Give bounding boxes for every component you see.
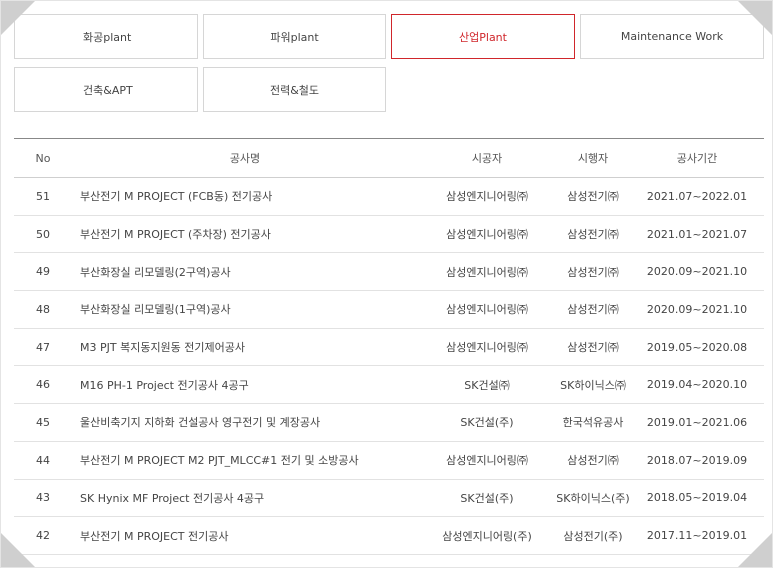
tab-power-plant[interactable]: 파워plant <box>203 14 386 59</box>
row-no: 47 <box>36 340 50 354</box>
tab-label: 화공plant <box>83 31 132 44</box>
row-executor: 삼성전기㈜ <box>567 454 619 468</box>
row-contractor: 삼성엔지니어링(주) <box>442 529 532 543</box>
row-period: 2021.01~2021.07 <box>646 227 748 241</box>
header-project-name: 공사명 <box>229 152 261 165</box>
table-row[interactable]: 51 부산전기 M PROJECT (FCB동) 전기공사 삼성엔지니어링㈜ 삼성전기… <box>14 178 764 216</box>
table-row[interactable]: 50 부산전기 M PROJECT (주차장) 전기공사 삼성엔지니어링㈜ 삼성전기㈜… <box>14 216 764 254</box>
row-period: 2019.05~2020.08 <box>646 340 748 354</box>
tab-label: 파워plant <box>270 30 319 44</box>
row-executor: 삼성전기㈜ <box>567 303 619 317</box>
table-header-row: No 공사명 시공자 시행자 공사기간 <box>14 139 764 178</box>
table-row[interactable]: 49 부산화장실 리모델링(2구역)공사 삼성엔지니어링㈜ 삼성전기㈜ 2020.09~… <box>14 253 764 292</box>
table-row[interactable]: 44 부산전기 M PROJECT M2 PJT_MLCC#1 전기 및 소방공사… <box>14 442 764 480</box>
row-contractor: 삼성엔지니어링㈜ <box>446 303 528 317</box>
content-frame: 화공plant 파워plant 산업Plant Maintenance Work… <box>0 0 773 568</box>
tab-label: 산업Plant <box>459 30 507 44</box>
header-executor: 시행자 <box>577 152 609 165</box>
table-row[interactable]: 45 울산비축기지 지하화 건설공사 영구전기 및 계장공사 SK건설(주) 한국석유… <box>14 404 764 442</box>
tab-label: 건축&APT <box>83 84 133 97</box>
row-executor: 삼성전기㈜ <box>567 341 619 355</box>
table-row[interactable]: 47 M3 PJT 복지동지원동 전기제어공사 삼성엔지니어링㈜ 삼성전기㈜ 2019.… <box>14 329 764 367</box>
corner-decoration-top-right <box>738 1 772 35</box>
header-no: No <box>35 151 51 165</box>
table-row[interactable]: 42 부산전기 M PROJECT 전기공사 삼성엔지니어링(주) 삼성전기(주) 20… <box>14 517 764 555</box>
header-period: 공사기간 <box>676 152 718 165</box>
row-no: 48 <box>36 302 50 316</box>
row-no: 44 <box>36 453 50 467</box>
tab-power-railway[interactable]: 전력&철도 <box>203 67 386 112</box>
row-project-name: 울산비축기지 지하화 건설공사 영구전기 및 계장공사 <box>80 416 321 430</box>
row-no: 49 <box>36 265 50 279</box>
row-project-name: 부산화장실 리모델링(1구역)공사 <box>80 303 231 317</box>
row-period: 2018.05~2019.04 <box>646 491 748 505</box>
row-executor: 삼성전기㈜ <box>567 228 619 242</box>
row-project-name: SK Hynix MF Project 전기공사 4공구 <box>80 491 265 505</box>
tab-building-apt[interactable]: 건축&APT <box>14 67 198 112</box>
row-no: 43 <box>36 491 50 505</box>
row-period: 2020.09~2021.10 <box>646 265 748 279</box>
row-contractor: 삼성엔지니어링㈜ <box>446 190 528 204</box>
header-contractor: 시공자 <box>471 152 503 165</box>
row-contractor: 삼성엔지니어링㈜ <box>446 454 528 468</box>
row-project-name: 부산전기 M PROJECT (FCB동) 전기공사 <box>80 190 273 204</box>
tab-maintenance-work[interactable]: Maintenance Work <box>580 14 764 59</box>
row-no: 50 <box>36 227 50 241</box>
row-period: 2020.09~2021.10 <box>646 302 748 316</box>
row-executor: 삼성전기㈜ <box>567 265 619 279</box>
row-executor: SK하이닉스㈜ <box>560 378 626 392</box>
row-contractor: SK건설㈜ <box>464 378 510 392</box>
row-contractor: 삼성엔지니어링㈜ <box>446 228 528 242</box>
row-project-name: 부산전기 M PROJECT 전기공사 <box>80 529 229 543</box>
corner-decoration-bottom-left <box>1 533 35 567</box>
tab-label: 전력&철도 <box>269 83 320 97</box>
row-project-name: 부산화장실 리모델링(2구역)공사 <box>80 265 231 279</box>
row-executor: 한국석유공사 <box>562 416 624 430</box>
row-contractor: 삼성엔지니어링㈜ <box>446 265 528 279</box>
row-period: 2021.07~2022.01 <box>646 189 748 203</box>
row-project-name: M16 PH-1 Project 전기공사 4공구 <box>80 378 249 392</box>
project-table: No 공사명 시공자 시행자 공사기간 51 부산전기 M PROJECT (FC… <box>14 138 764 555</box>
table-row[interactable]: 43 SK Hynix MF Project 전기공사 4공구 SK건설(주) SK하… <box>14 480 764 518</box>
row-period: 2019.04~2020.10 <box>646 378 748 392</box>
tab-chemical-plant[interactable]: 화공plant <box>14 14 198 59</box>
table-row[interactable]: 46 M16 PH-1 Project 전기공사 4공구 SK건설㈜ SK하이닉스㈜ 2… <box>14 366 764 405</box>
row-executor: SK하이닉스(주) <box>556 491 630 505</box>
row-contractor: 삼성엔지니어링㈜ <box>446 341 528 355</box>
row-no: 51 <box>36 189 50 203</box>
table-row[interactable]: 48 부산화장실 리모델링(1구역)공사 삼성엔지니어링㈜ 삼성전기㈜ 2020.09~… <box>14 291 764 329</box>
row-no: 45 <box>36 415 50 429</box>
tab-industrial-plant[interactable]: 산업Plant <box>391 14 575 59</box>
row-executor: 삼성전기㈜ <box>567 190 619 204</box>
row-period: 2018.07~2019.09 <box>646 453 748 467</box>
row-project-name: 부산전기 M PROJECT (주차장) 전기공사 <box>80 228 271 242</box>
row-project-name: 부산전기 M PROJECT M2 PJT_MLCC#1 전기 및 소방공사 <box>80 454 359 468</box>
row-project-name: M3 PJT 복지동지원동 전기제어공사 <box>80 341 246 355</box>
row-no: 46 <box>36 378 50 392</box>
corner-decoration-top-left <box>1 1 35 35</box>
row-contractor: SK건설(주) <box>460 491 514 505</box>
corner-decoration-bottom-right <box>738 533 772 567</box>
row-period: 2019.01~2021.06 <box>646 415 748 429</box>
row-executor: 삼성전기(주) <box>563 529 623 543</box>
row-contractor: SK건설(주) <box>460 416 514 430</box>
tab-label: Maintenance Work <box>620 30 724 43</box>
